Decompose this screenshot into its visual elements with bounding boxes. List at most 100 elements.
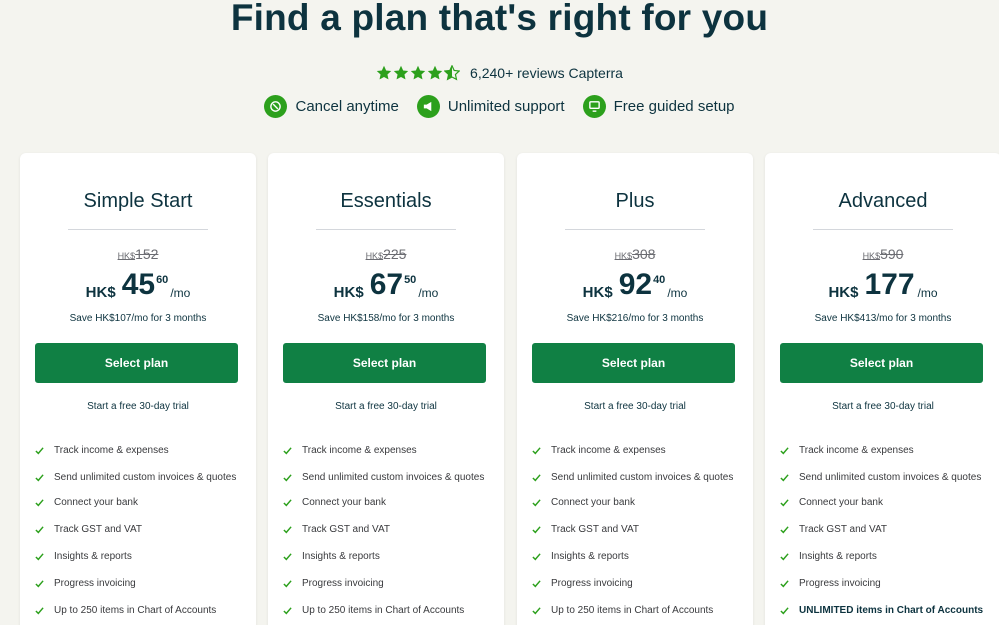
plan-name: Plus [615, 190, 655, 212]
checkmark-icon [780, 576, 792, 593]
checkmark-icon [780, 603, 792, 620]
feature-item: Insights & reports [532, 549, 742, 566]
feature-item: Send unlimited custom invoices & quotes [35, 470, 245, 487]
feature-list: Track income & expenses Send unlimited cu… [283, 443, 493, 625]
benefit-badges: Cancel anytime Unlimited support Free gu… [0, 95, 999, 118]
megaphone-icon [416, 95, 440, 118]
original-price: HK$152 [117, 246, 159, 262]
feature-item: Track GST and VAT [780, 522, 990, 539]
select-plan-button[interactable]: Select plan [780, 343, 983, 383]
badge-cancel-anytime: Cancel anytime [264, 95, 399, 118]
divider [316, 229, 456, 230]
feature-text: Connect your bank [302, 497, 386, 508]
feature-item: Track GST and VAT [532, 522, 742, 539]
original-price: HK$225 [365, 246, 407, 262]
original-price: HK$590 [862, 246, 904, 262]
feature-text: Progress invoicing [799, 578, 881, 589]
star-rating [376, 65, 461, 81]
feature-item: Connect your bank [35, 495, 245, 512]
checkmark-icon [283, 576, 295, 593]
feature-text: UNLIMITED items in Chart of Accounts [799, 605, 984, 616]
feature-item: Up to 250 items in Chart of Accounts [35, 603, 245, 620]
checkmark-icon [532, 522, 544, 539]
feature-item: Progress invoicing [532, 576, 742, 593]
feature-text: Connect your bank [54, 497, 138, 508]
savings-note: Save HK$216/mo for 3 months [566, 313, 704, 324]
feature-item: Track income & expenses [780, 443, 990, 460]
checkmark-icon [780, 443, 792, 460]
savings-note: Save HK$158/mo for 3 months [317, 313, 455, 324]
feature-text: Track income & expenses [551, 445, 666, 456]
star-icon [393, 65, 409, 80]
feature-text: Insights & reports [551, 551, 629, 562]
checkmark-icon [35, 576, 47, 593]
discounted-price: HK$ 67 50/mo [333, 268, 439, 302]
checkmark-icon [35, 470, 47, 487]
free-trial-note: Start a free 30-day trial [87, 401, 189, 412]
discounted-price: HK$ 177/mo [828, 268, 938, 302]
feature-item: Connect your bank [283, 495, 493, 512]
checkmark-icon [283, 603, 295, 620]
review-count: 6,240+ reviews Capterra [470, 65, 623, 81]
savings-note: Save HK$107/mo for 3 months [69, 313, 207, 324]
checkmark-icon [780, 495, 792, 512]
plan-card-simple-start: Simple Start HK$152 HK$ 45 60/mo Save HK$1… [20, 153, 256, 625]
feature-text: Up to 250 items in Chart of Accounts [551, 605, 714, 616]
setup-icon [582, 95, 606, 118]
feature-item: Progress invoicing [780, 576, 990, 593]
checkmark-icon [283, 549, 295, 566]
feature-item: Up to 250 items in Chart of Accounts [283, 603, 493, 620]
checkmark-icon [35, 443, 47, 460]
badge-unlimited-support: Unlimited support [416, 95, 565, 118]
feature-item: Insights & reports [35, 549, 245, 566]
select-plan-button[interactable]: Select plan [532, 343, 735, 383]
savings-note: Save HK$413/mo for 3 months [814, 313, 952, 324]
page-title: Find a plan that's right for you [230, 0, 769, 38]
feature-item: Connect your bank [532, 495, 742, 512]
free-trial-note: Start a free 30-day trial [584, 401, 686, 412]
star-icon [410, 65, 426, 80]
feature-item: Send unlimited custom invoices & quotes [283, 470, 493, 487]
feature-text: Track GST and VAT [799, 524, 887, 535]
badge-label: Unlimited support [447, 98, 565, 115]
discounted-price: HK$ 45 60/mo [85, 268, 191, 302]
feature-text: Track income & expenses [302, 445, 417, 456]
divider [68, 229, 208, 230]
feature-text: Send unlimited custom invoices & quotes [54, 472, 237, 483]
checkmark-icon [532, 576, 544, 593]
checkmark-icon [532, 603, 544, 620]
feature-item: Track income & expenses [532, 443, 742, 460]
feature-item: Track GST and VAT [35, 522, 245, 539]
rating-summary: 6,240+ reviews Capterra [0, 65, 999, 81]
cancel-icon [264, 95, 288, 118]
feature-item: Up to 250 items in Chart of Accounts [532, 603, 742, 620]
feature-text: Up to 250 items in Chart of Accounts [54, 605, 217, 616]
feature-item: Track income & expenses [35, 443, 245, 460]
feature-item: Connect your bank [780, 495, 990, 512]
feature-item: Send unlimited custom invoices & quotes [532, 470, 742, 487]
feature-item: Progress invoicing [283, 576, 493, 593]
feature-text: Insights & reports [54, 551, 132, 562]
feature-text: Progress invoicing [551, 578, 633, 589]
feature-text: Progress invoicing [54, 578, 136, 589]
feature-text: Track income & expenses [54, 445, 169, 456]
select-plan-button[interactable]: Select plan [35, 343, 238, 383]
checkmark-icon [532, 470, 544, 487]
feature-text: Connect your bank [799, 497, 883, 508]
free-trial-note: Start a free 30-day trial [832, 401, 934, 412]
checkmark-icon [780, 522, 792, 539]
feature-item: Track GST and VAT [283, 522, 493, 539]
plan-name: Advanced [838, 190, 928, 212]
checkmark-icon [283, 443, 295, 460]
plan-name: Simple Start [83, 190, 193, 212]
checkmark-icon [35, 495, 47, 512]
select-plan-button[interactable]: Select plan [283, 343, 486, 383]
feature-text: Send unlimited custom invoices & quotes [302, 472, 485, 483]
feature-text: Send unlimited custom invoices & quotes [799, 472, 982, 483]
checkmark-icon [35, 549, 47, 566]
feature-text: Send unlimited custom invoices & quotes [551, 472, 734, 483]
feature-text: Track income & expenses [799, 445, 914, 456]
plan-card-essentials: Essentials HK$225 HK$ 67 50/mo Save HK$158… [268, 153, 504, 625]
feature-text: Insights & reports [302, 551, 380, 562]
feature-text: Connect your bank [551, 497, 635, 508]
